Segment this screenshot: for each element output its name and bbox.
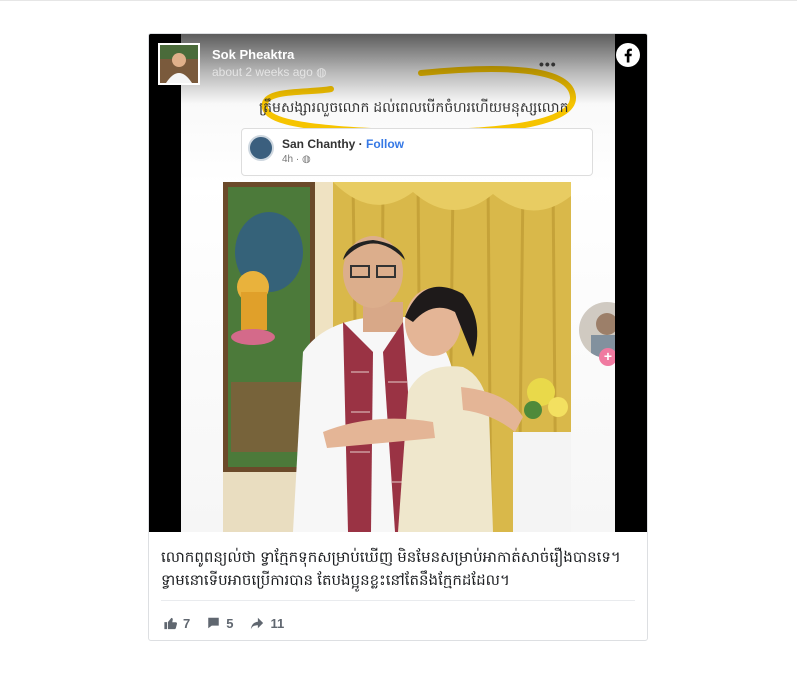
embedded-post-card: ត្រឹមសង្សារលួចលោក ដល់ពេលបើកចំហរហើយមនុស្ស… xyxy=(148,33,648,641)
like-count: 7 xyxy=(183,615,191,631)
share-button[interactable]: 11 xyxy=(249,616,284,631)
globe-icon: ◍ xyxy=(302,154,311,165)
embedded-time: 4h · xyxy=(282,154,303,165)
post-caption: លោកពូពន្យល់ថា ទ្វាក្មែកទុកសម្រាប់ឃើញ មិន… xyxy=(161,549,621,589)
post-time-text: about 2 weeks ago xyxy=(212,65,313,79)
share-icon xyxy=(251,617,264,630)
comment-button[interactable]: 5 xyxy=(206,616,233,631)
author-avatar[interactable] xyxy=(158,43,200,85)
globe-icon: ◍ xyxy=(316,65,327,79)
shared-screenshot-image: ត្រឹមសង្សារលួចលោក ដល់ពេលបើកចំហរហើយមនុស្ស… xyxy=(181,34,615,532)
facebook-icon[interactable] xyxy=(616,43,640,67)
embedded-profile-header: San Chanthy · Follow 4h · ◍ xyxy=(241,128,593,176)
embedded-follow-link: Follow xyxy=(366,137,405,151)
share-count: 11 xyxy=(270,615,285,631)
thumbs-up-icon xyxy=(164,617,178,630)
comment-icon xyxy=(208,617,219,629)
divider xyxy=(161,600,635,601)
post-media[interactable]: ត្រឹមសង្សារលួចលោក ដល់ពេលបើកចំហរហើយមនុស្ស… xyxy=(149,34,647,532)
embedded-separator: · xyxy=(355,137,367,151)
post-timestamp[interactable]: about 2 weeks ago ◍ xyxy=(212,65,327,79)
embedded-avatar xyxy=(248,135,274,161)
like-button[interactable]: 7 xyxy=(163,616,190,631)
author-name-link[interactable]: Sok Pheaktra xyxy=(212,47,294,62)
embedded-name: San Chanthy xyxy=(282,137,356,151)
embedded-name-line: San Chanthy · Follow xyxy=(282,137,404,151)
page-top-border xyxy=(0,0,797,1)
add-icon: + xyxy=(599,348,615,366)
more-icon: ••• xyxy=(539,56,557,72)
reaction-bar: 7 5 11 xyxy=(163,613,300,633)
embedded-time-line: 4h · ◍ xyxy=(282,154,311,165)
comment-count: 5 xyxy=(226,615,234,631)
couple-photo xyxy=(223,182,571,532)
